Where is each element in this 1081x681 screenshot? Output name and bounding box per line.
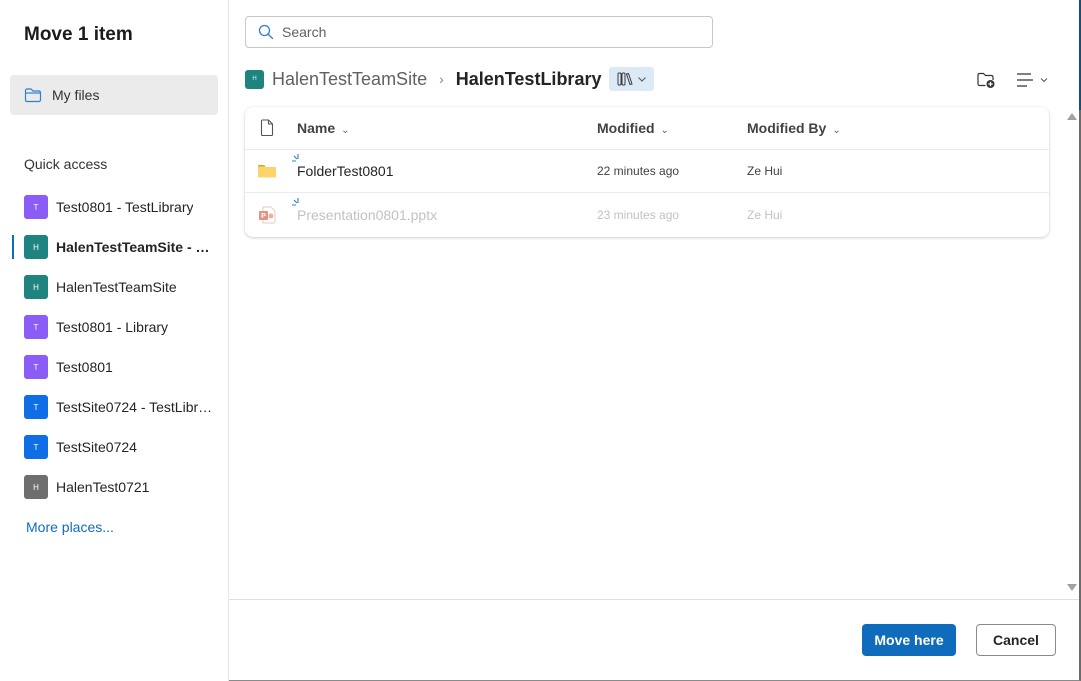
site-badge-icon: H (24, 475, 48, 499)
quick-access-item[interactable]: T Test0801 (0, 347, 229, 387)
chevron-down-icon: ⌄ (832, 125, 841, 136)
breadcrumb: H HalenTestTeamSite › HalenTestLibrary (245, 66, 655, 92)
site-badge-icon: H (24, 235, 48, 259)
file-name: Presentation0801.pptx (297, 206, 438, 223)
quick-access-item[interactable]: T TestSite0724 (0, 427, 229, 467)
breadcrumb-separator-icon: › (439, 71, 444, 87)
file-type-column-header[interactable] (257, 119, 277, 137)
chevron-down-icon (638, 77, 646, 82)
chevron-down-icon: ⌄ (341, 125, 350, 136)
quick-access-item-label: TestSite0724 (56, 439, 137, 455)
site-badge-icon: T (24, 195, 48, 219)
powerpoint-file-icon: P (259, 206, 276, 223)
modified-by-cell: Ze Hui (747, 207, 783, 222)
quick-access-item-label: Test0801 (56, 359, 113, 375)
recently-shared-icon (292, 154, 299, 162)
modified-by-cell: Ze Hui (747, 164, 783, 178)
quick-access-item-label: Test0801 - Library (56, 319, 169, 335)
footer-divider (229, 599, 1079, 600)
sidebar-item-my-files[interactable]: My files (10, 75, 218, 115)
modified-cell: 23 minutes ago (597, 207, 680, 222)
file-name[interactable]: FolderTest0801 (297, 163, 394, 179)
my-files-label: My files (52, 87, 100, 103)
cancel-button[interactable]: Cancel (976, 624, 1056, 656)
breadcrumb-current: HalenTestLibrary (455, 68, 602, 89)
modified-column-label: Modified (597, 120, 655, 136)
scrollbar[interactable] (1064, 107, 1079, 597)
table-header: Name ⌄ Modified ⌄ Modified By ⌄ (245, 107, 1049, 150)
quick-access-item-label: Test0801 - TestLibrary (56, 199, 194, 215)
quick-access-item[interactable]: H HalenTestTeamSite - HalenTestLibrary (0, 227, 229, 267)
name-column-header[interactable]: Name ⌄ (297, 120, 350, 136)
quick-access-item[interactable]: T Test0801 - TestLibrary (0, 187, 229, 227)
more-places-link[interactable]: More places... (26, 519, 114, 535)
move-here-button[interactable]: Move here (862, 624, 956, 656)
site-badge-icon: T (24, 435, 48, 459)
quick-access-item-label: TestSite0724 - TestLibrary (56, 399, 216, 415)
table-row: P Presentation0801.pptx 23 minutes ago Z… (245, 193, 1049, 236)
quick-access-item-label: HalenTest0721 (56, 479, 150, 495)
library-icon (617, 72, 633, 86)
view-options-button[interactable] (1016, 70, 1048, 90)
site-badge-icon: H (245, 69, 264, 89)
site-badge-icon: T (24, 355, 48, 379)
folder-icon (258, 165, 276, 178)
view-list-icon (1017, 73, 1033, 87)
site-badge-icon: H (24, 275, 48, 299)
folder-icon (24, 88, 42, 103)
move-dialog: Move 1 item My files Quick access T Test… (0, 0, 1081, 681)
quick-access-item-label: HalenTestTeamSite - HalenTestLibrary (56, 239, 216, 255)
modified-cell: 22 minutes ago (597, 164, 680, 178)
sidebar: Move 1 item My files Quick access T Test… (0, 0, 229, 681)
breadcrumb-site-link[interactable]: HalenTestTeamSite (272, 69, 427, 90)
search-icon (258, 24, 274, 40)
document-icon (260, 119, 274, 137)
new-folder-button[interactable] (976, 70, 996, 90)
library-switcher-button[interactable] (609, 67, 655, 91)
quick-access-item[interactable]: T TestSite0724 - TestLibrary (0, 387, 229, 427)
name-column-label: Name (297, 120, 336, 136)
quick-access-item[interactable]: H HalenTestTeamSite (0, 267, 229, 307)
chevron-down-icon (1040, 78, 1048, 83)
scroll-down-arrow-icon[interactable] (1067, 584, 1077, 591)
recently-shared-icon (292, 197, 299, 206)
file-list: Name ⌄ Modified ⌄ Modified By ⌄ FolderTest0 (245, 107, 1049, 237)
quick-access-heading: Quick access (24, 156, 108, 172)
search-box[interactable] (245, 16, 713, 48)
quick-access-item-label: HalenTestTeamSite (56, 279, 177, 295)
search-input[interactable] (282, 24, 682, 40)
scroll-up-arrow-icon[interactable] (1067, 113, 1077, 120)
quick-access-item[interactable]: T Test0801 - Library (0, 307, 229, 347)
modified-column-header[interactable]: Modified ⌄ (597, 120, 669, 136)
modified-by-column-label: Modified By (747, 120, 827, 136)
quick-access-list: T Test0801 - TestLibrary H HalenTestTeam… (0, 187, 229, 507)
dialog-title: Move 1 item (24, 24, 133, 45)
new-folder-icon (977, 72, 995, 88)
svg-text:P: P (261, 213, 266, 220)
chevron-down-icon: ⌄ (660, 125, 669, 136)
table-row[interactable]: FolderTest0801 22 minutes ago Ze Hui (245, 150, 1049, 193)
site-badge-icon: T (24, 315, 48, 339)
site-badge-icon: T (24, 395, 48, 419)
modified-by-column-header[interactable]: Modified By ⌄ (747, 120, 841, 136)
quick-access-item[interactable]: H HalenTest0721 (0, 467, 229, 507)
